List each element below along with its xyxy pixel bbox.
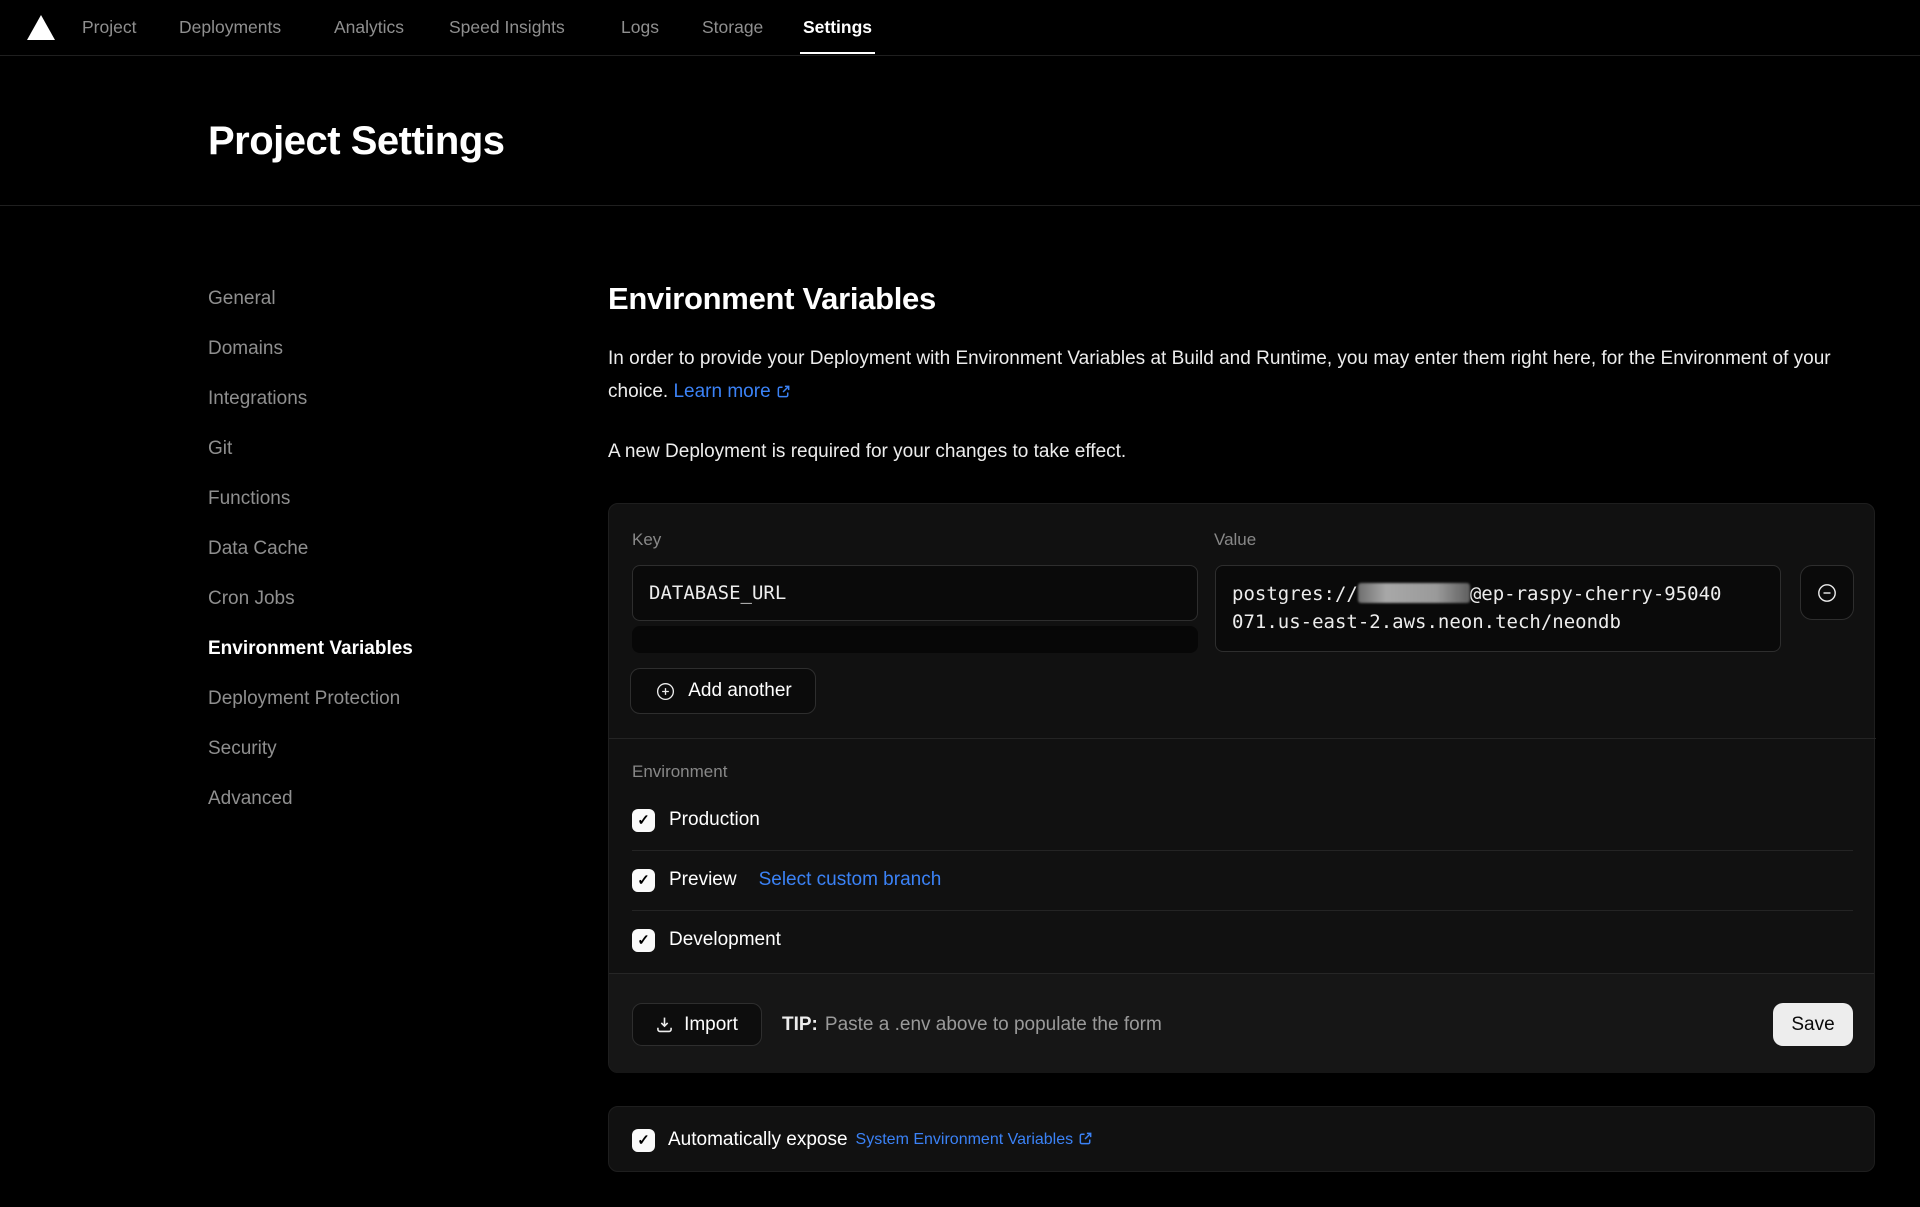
external-link-icon [1078,1131,1093,1146]
save-button[interactable]: Save [1773,1003,1853,1046]
nav-item-analytics[interactable]: Analytics [334,0,404,55]
sidebar-item-cron-jobs[interactable]: Cron Jobs [208,574,508,624]
nav-item-storage[interactable]: Storage [702,0,763,55]
external-link-icon [776,384,791,399]
add-another-label: Add another [688,680,792,702]
sidebar-item-domains[interactable]: Domains [208,324,508,374]
vercel-logo-icon[interactable] [27,15,55,40]
download-icon [656,1016,673,1033]
sidebar-item-security[interactable]: Security [208,724,508,774]
sidebar-item-integrations[interactable]: Integrations [208,374,508,424]
page-title: Project Settings [208,119,505,164]
environment-label: Environment [632,762,727,782]
preview-label: Preview [669,869,737,891]
page-header: Project Settings [0,56,1920,206]
deployment-note: A new Deployment is required for your ch… [608,441,1126,463]
tip-text: Paste a .env above to populate the form [825,1014,1162,1036]
system-env-checkbox[interactable]: ✓ [632,1129,655,1152]
system-env-variables-link[interactable]: System Environment Variables [856,1131,1094,1149]
key-input-next-row[interactable] [632,626,1198,653]
sidebar-item-functions[interactable]: Functions [208,474,508,524]
environment-row-development: ✓ Development [632,928,781,952]
divider [632,850,1853,851]
divider [632,910,1853,911]
development-label: Development [669,929,781,951]
redacted-value-block [1358,583,1470,603]
preview-checkbox[interactable]: ✓ [632,869,655,892]
select-custom-branch-link[interactable]: Select custom branch [759,869,942,891]
development-checkbox[interactable]: ✓ [632,929,655,952]
checkmark-icon: ✓ [637,931,650,949]
environment-row-preview: ✓ Preview Select custom branch [632,868,941,892]
import-button[interactable]: Import [632,1003,762,1046]
sidebar-item-data-cache[interactable]: Data Cache [208,524,508,574]
checkmark-icon: ✓ [637,871,650,889]
value-line-1: postgres://@ep-raspy-cherry-95040 [1232,580,1764,608]
key-input[interactable] [632,565,1198,621]
system-env-card: ✓ Automatically expose System Environmen… [608,1106,1875,1172]
remove-row-button[interactable] [1800,565,1854,620]
sidebar-item-environment-variables[interactable]: Environment Variables [208,624,508,674]
value-input[interactable]: postgres://@ep-raspy-cherry-95040 071.us… [1215,565,1781,652]
learn-more-link[interactable]: Learn more [673,381,790,402]
nav-item-project[interactable]: Project [82,0,136,55]
import-tip: TIP: Paste a .env above to populate the … [782,1003,1162,1046]
value-label: Value [1214,530,1256,550]
sidebar-item-git[interactable]: Git [208,424,508,474]
value-line-2: 071.us-east-2.aws.neon.tech/neondb [1232,608,1764,636]
section-description: In order to provide your Deployment with… [608,343,1853,408]
add-another-button[interactable]: Add another [630,668,816,714]
sidebar-item-deployment-protection[interactable]: Deployment Protection [208,674,508,724]
circle-minus-icon [1815,581,1839,605]
system-env-row: ✓ Automatically expose System Environmen… [632,1107,1093,1173]
checkmark-icon: ✓ [637,1131,650,1149]
environment-row-production: ✓ Production [632,808,760,832]
circle-plus-icon [654,680,677,703]
production-label: Production [669,809,760,831]
sidebar-item-general[interactable]: General [208,274,508,324]
system-env-text: Automatically expose [668,1129,848,1151]
sidebar-item-advanced[interactable]: Advanced [208,774,508,824]
nav-item-settings[interactable]: Settings [803,0,872,55]
card-footer: Import TIP: Paste a .env above to popula… [609,973,1874,1073]
tip-prefix: TIP: [782,1014,818,1036]
environment-variables-card: Key Value postgres://@ep-raspy-cherry-95… [608,503,1875,1073]
divider [609,738,1876,739]
import-label: Import [684,1014,738,1036]
nav-item-speed-insights[interactable]: Speed Insights [449,0,565,55]
nav-item-logs[interactable]: Logs [621,0,659,55]
top-navigation: Project Deployments Analytics Speed Insi… [0,0,1920,56]
section-title: Environment Variables [608,281,936,317]
checkmark-icon: ✓ [637,811,650,829]
production-checkbox[interactable]: ✓ [632,809,655,832]
settings-sidebar: General Domains Integrations Git Functio… [208,274,508,824]
key-label: Key [632,530,661,550]
nav-item-deployments[interactable]: Deployments [179,0,281,55]
description-text: In order to provide your Deployment with… [608,348,1831,402]
